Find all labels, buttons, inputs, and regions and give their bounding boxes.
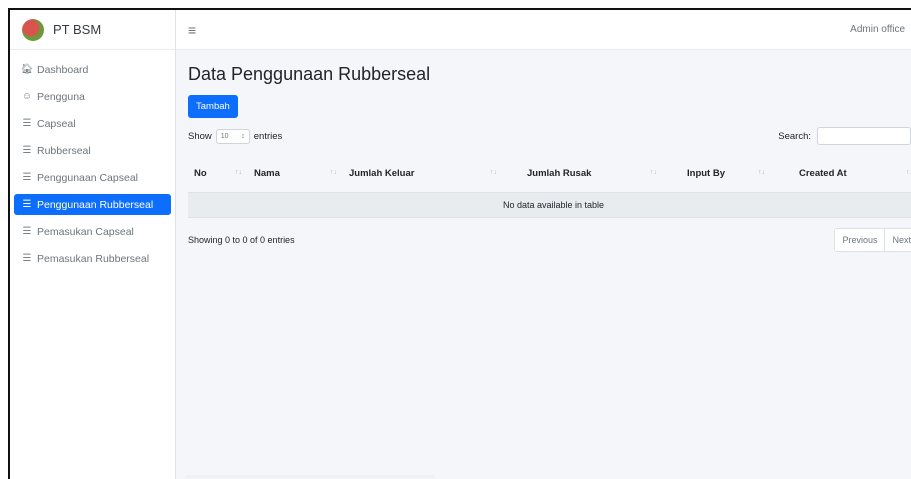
sidebar-item-label: Pemasukan Rubberseal bbox=[37, 252, 150, 265]
length-suffix: entries bbox=[253, 130, 283, 142]
table-header-row: No ↑↓ Nama ↑↓ Jumlah Keluar ↑↓ Jumlah Ru… bbox=[188, 156, 911, 193]
sidebar-nav: 🏠︎ Dashboard ☺ Pengguna ☰ Capseal ☰ Rubb… bbox=[10, 50, 175, 272]
app-window: PT BSM 🏠︎ Dashboard ☺ Pengguna ☰ Capseal… bbox=[8, 8, 911, 479]
length-prefix: Show bbox=[188, 130, 212, 142]
pagination: Previous Next bbox=[834, 227, 911, 252]
next-button[interactable]: Next bbox=[884, 228, 911, 251]
sort-icon: ↑↓ bbox=[758, 169, 765, 176]
table-footer: Showing 0 to 0 of 0 entries Previous Nex… bbox=[188, 227, 911, 252]
sidebar-item-penggunaan-rubberseal[interactable]: ☰ Penggunaan Rubberseal bbox=[14, 194, 171, 215]
sidebar-item-penggunaan-capseal[interactable]: ☰ Penggunaan Capseal bbox=[14, 164, 171, 191]
empty-message: No data available in table bbox=[188, 192, 911, 218]
sidebar-item-pemasukan-capseal[interactable]: ☰ Pemasukan Capseal bbox=[14, 218, 171, 245]
list-icon: ☰ bbox=[22, 199, 32, 210]
column-header-jumlah-rusak[interactable]: Jumlah Rusak ↑↓ bbox=[503, 156, 663, 193]
sidebar-item-label: Capseal bbox=[37, 117, 76, 130]
topbar: ≡ Admin office bbox=[176, 10, 911, 50]
users-icon: ☺ bbox=[21, 91, 33, 102]
sidebar-item-label: Penggunaan Capseal bbox=[37, 171, 139, 184]
table-controls: Show 10 ↕ entries Search: bbox=[188, 126, 911, 146]
brand[interactable]: PT BSM bbox=[10, 10, 175, 50]
add-button[interactable]: Tambah bbox=[188, 95, 238, 118]
sidebar-item-label: Dashboard bbox=[37, 63, 89, 76]
sidebar-item-label: Rubberseal bbox=[37, 144, 91, 157]
column-label: Created At bbox=[799, 168, 847, 180]
user-menu[interactable]: Admin office bbox=[850, 24, 905, 35]
list-icon: ☰ bbox=[22, 172, 32, 183]
data-table: No ↑↓ Nama ↑↓ Jumlah Keluar ↑↓ Jumlah Ru… bbox=[188, 156, 911, 218]
hamburger-menu-icon[interactable]: ≡ bbox=[188, 22, 196, 38]
column-label: No bbox=[194, 168, 207, 180]
brand-logo-icon bbox=[22, 18, 44, 41]
sort-icon: ↑↓ bbox=[330, 169, 337, 176]
search-label: Search: bbox=[778, 130, 811, 142]
select-arrows-icon: ↕ bbox=[241, 132, 245, 140]
scroll-shadow bbox=[185, 475, 435, 479]
page-title: Data Penggunaan Rubberseal bbox=[188, 64, 431, 84]
entries-select-value: 10 bbox=[220, 132, 229, 140]
column-label: Jumlah Rusak bbox=[527, 168, 592, 180]
sidebar-item-label: Penggunaan Rubberseal bbox=[37, 198, 154, 211]
sidebar-item-capseal[interactable]: ☰ Capseal bbox=[14, 110, 171, 137]
sort-icon: ↑↓ bbox=[235, 169, 242, 176]
brand-name: PT BSM bbox=[53, 22, 102, 37]
entries-select[interactable]: 10 ↕ bbox=[215, 128, 250, 144]
column-header-nama[interactable]: Nama ↑↓ bbox=[248, 156, 343, 193]
list-icon: ☰ bbox=[22, 226, 32, 237]
search-input[interactable] bbox=[817, 127, 911, 145]
sidebar-item-pengguna[interactable]: ☺ Pengguna bbox=[14, 83, 171, 110]
sidebar-item-rubberseal[interactable]: ☰ Rubberseal bbox=[14, 137, 171, 164]
entries-length: Show 10 ↕ entries bbox=[188, 128, 283, 144]
previous-button[interactable]: Previous bbox=[835, 228, 885, 251]
table-info: Showing 0 to 0 of 0 entries bbox=[188, 234, 295, 245]
sort-icon: ↑↓ bbox=[650, 169, 657, 176]
list-icon: ☰ bbox=[22, 145, 32, 156]
column-label: Input By bbox=[687, 168, 725, 180]
column-header-jumlah-keluar[interactable]: Jumlah Keluar ↑↓ bbox=[343, 156, 503, 193]
list-icon: ☰ bbox=[22, 253, 32, 264]
home-icon: 🏠︎ bbox=[20, 64, 34, 75]
list-icon: ☰ bbox=[22, 118, 32, 129]
sort-icon: ↑↓ bbox=[490, 169, 497, 176]
column-header-no[interactable]: No ↑↓ bbox=[188, 156, 248, 193]
sidebar: PT BSM 🏠︎ Dashboard ☺ Pengguna ☰ Capseal… bbox=[10, 10, 176, 479]
sidebar-item-pemasukan-rubberseal[interactable]: ☰ Pemasukan Rubberseal bbox=[14, 245, 171, 272]
main-content: Data Penggunaan Rubberseal Tambah Show 1… bbox=[176, 50, 911, 479]
column-label: Nama bbox=[254, 168, 280, 180]
table-row: No data available in table bbox=[188, 192, 911, 218]
search-box: Search: bbox=[778, 127, 911, 145]
column-header-input-by[interactable]: Input By ↑↓ bbox=[663, 156, 771, 193]
column-header-created-at[interactable]: Created At ↑↓ bbox=[771, 156, 911, 193]
sidebar-item-label: Pemasukan Capseal bbox=[37, 225, 134, 238]
column-label: Jumlah Keluar bbox=[349, 168, 415, 180]
sidebar-item-label: Pengguna bbox=[37, 90, 85, 103]
sidebar-item-dashboard[interactable]: 🏠︎ Dashboard bbox=[14, 56, 171, 83]
sort-icon: ↑↓ bbox=[906, 169, 911, 176]
